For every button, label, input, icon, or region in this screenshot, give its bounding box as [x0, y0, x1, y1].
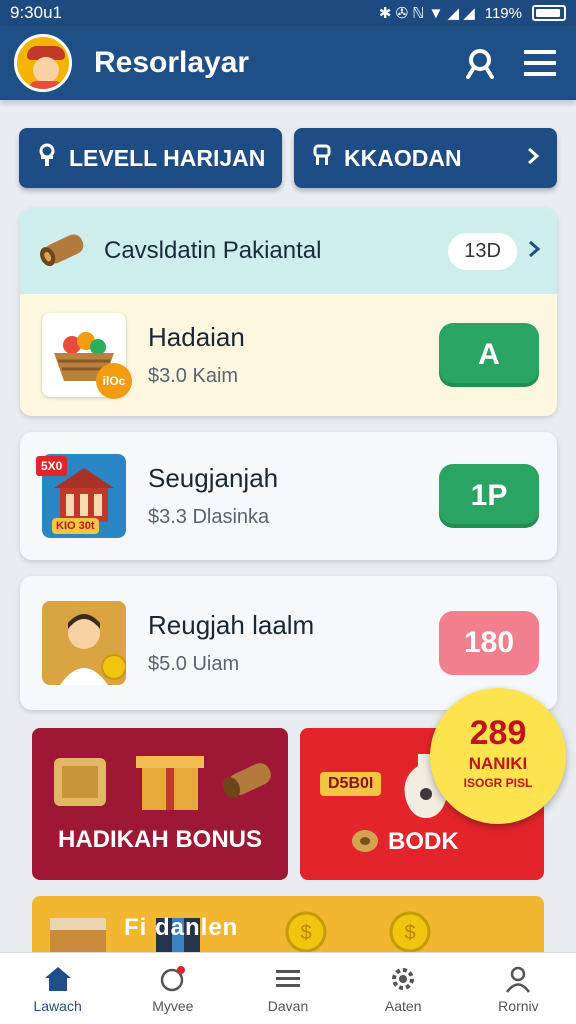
search-icon[interactable]	[460, 41, 504, 85]
item-info: Reugjah laalm $5.0 Uiam	[148, 610, 439, 676]
profile-icon	[503, 964, 533, 994]
bonus-promo-label: HADIKAH BONUS	[58, 826, 262, 853]
svg-text:$: $	[404, 922, 415, 944]
key-icon	[310, 143, 334, 173]
bonus-promo[interactable]: HADIKAH BONUS	[32, 728, 288, 880]
scroll-icon	[36, 227, 92, 276]
tab-label: Aaten	[384, 997, 422, 1014]
item-tag: 5X0	[36, 456, 68, 476]
section-title: Cavsldatin Pakiantal	[104, 237, 322, 264]
item-tag: ilOc	[96, 363, 132, 399]
battery-percent: 119%	[484, 4, 522, 22]
tab-label: Lawach	[33, 997, 82, 1014]
gear-icon	[388, 964, 418, 994]
list-icon	[273, 964, 303, 994]
item-price-button[interactable]: 180	[439, 611, 539, 675]
status-symbols: ✱ ✇ ℕ ▼ ◢ ◢	[378, 5, 475, 22]
daily-level-label: LEVELL HARIJAN	[69, 144, 266, 171]
basket-thumbnail: ilOc	[42, 313, 132, 399]
item-subtag: KIO 30t	[52, 518, 99, 534]
item-info: Hadaian $3.0 Kaim	[148, 322, 439, 388]
app-bar: Resorlayar	[0, 26, 576, 100]
section-card: Cavsldatin Pakiantal 13D ilOc Hadaian $3…	[20, 208, 557, 416]
item-price: $5.0 Uiam	[148, 653, 240, 675]
item-name: Reugjah laalm	[148, 610, 315, 640]
item-action-button[interactable]: 1P	[439, 464, 539, 528]
tab-label: Rorniv	[498, 997, 539, 1014]
list-item[interactable]: ilOc Hadaian $3.0 Kaim A	[20, 294, 557, 416]
menu-icon[interactable]	[518, 41, 562, 85]
tab-label: Myvee	[152, 997, 194, 1014]
burst-line-1: NANIKI	[468, 754, 528, 773]
tab-label: Davan	[267, 997, 309, 1014]
building-thumbnail: 5X0 KIO 30t	[36, 454, 126, 538]
book-promo-tag: D5B0I	[320, 772, 382, 796]
second-nav-button[interactable]: KKAODAN	[294, 128, 557, 188]
app-logo	[14, 34, 72, 92]
status-icons: ✱ ✇ ℕ ▼ ◢ ◢ 119%	[379, 4, 566, 22]
item-price: $3.3 Dlasinka	[148, 506, 270, 528]
home-icon	[43, 964, 73, 994]
svg-text:$: $	[300, 922, 311, 944]
book-promo-label: BODK	[388, 828, 459, 855]
tab-settings[interactable]: Aaten	[346, 953, 461, 1024]
app-title: Resorlayar	[94, 46, 250, 79]
tab-list[interactable]: Davan	[230, 953, 345, 1024]
item-info: Seugjanjah $3.3 Dlasinka	[148, 463, 439, 529]
item-name: Seugjanjah	[148, 463, 279, 493]
status-bar: 9:30u1 ✱ ✇ ℕ ▼ ◢ ◢ 119%	[0, 0, 576, 26]
tab-profile[interactable]: Rorniv	[461, 953, 576, 1024]
nav-row: LEVELL HARIJAN KKAODAN	[19, 128, 557, 188]
tab-home[interactable]: Lawach	[0, 953, 115, 1024]
battery-icon	[532, 5, 566, 21]
item-price: $3.0 Kaim	[148, 365, 239, 387]
chest-icon	[50, 918, 106, 952]
character-thumbnail	[42, 601, 127, 685]
chevron-right-icon	[525, 145, 541, 172]
daily-level-button[interactable]: LEVELL HARIJAN	[19, 128, 282, 188]
item-name: Hadaian	[148, 322, 245, 352]
scroll-icon	[352, 830, 378, 852]
section-badge: 13D	[448, 232, 517, 270]
bottom-promo-strip[interactable]: Fi danlen $ $	[32, 896, 544, 952]
trophy-icon	[35, 143, 59, 173]
item-action-button[interactable]: A	[439, 323, 539, 387]
chevron-right-icon[interactable]	[527, 239, 541, 264]
bottom-promo-text: Fi danlen	[124, 914, 239, 941]
tab-mine[interactable]: Myvee	[115, 953, 230, 1024]
section-header[interactable]: Cavsldatin Pakiantal 13D	[20, 208, 557, 294]
burst-number: 289	[469, 714, 527, 752]
gift-icon	[54, 756, 271, 810]
status-time: 9:30u1	[10, 3, 62, 22]
coin-icon: $	[285, 911, 327, 952]
second-nav-label: KKAODAN	[344, 144, 462, 171]
burst-line-2: ISOGR PISL	[463, 776, 533, 790]
list-item[interactable]: Reugjah laalm $5.0 Uiam 180	[20, 576, 557, 710]
coupon-icon	[158, 964, 188, 994]
bottom-tab-bar: Lawach Myvee Davan Aaten Rorniv	[0, 952, 576, 1024]
list-item[interactable]: 5X0 KIO 30t Seugjanjah $3.3 Dlasinka 1P	[20, 432, 557, 560]
promo-burst-badge[interactable]: 289 NANIKI ISOGR PISL	[430, 688, 566, 824]
coin-icon: $	[389, 911, 431, 952]
